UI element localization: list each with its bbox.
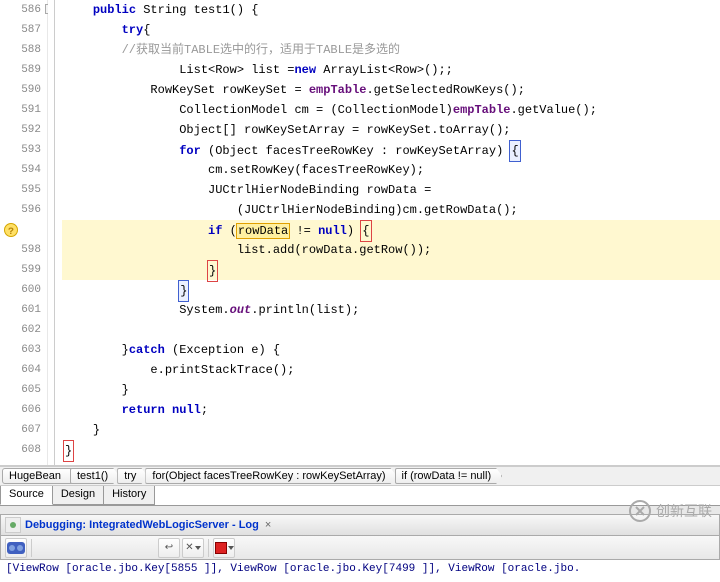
code-line[interactable]: public String test1() { (62, 0, 720, 20)
line-number: 595 (0, 180, 47, 200)
line-number: 599 (0, 260, 47, 280)
footer-tab-source[interactable]: Source (0, 486, 53, 505)
debug-title: Debugging: IntegratedWebLogicServer - Lo… (25, 519, 259, 531)
line-number: 592 (0, 120, 47, 140)
editor-footer-tabs: SourceDesignHistory (0, 486, 720, 506)
line-number: 586− (0, 0, 47, 20)
code-content[interactable]: public String test1() { try{ //获取当前TABLE… (62, 0, 720, 465)
stop-icon (215, 542, 227, 554)
separator (0, 506, 720, 514)
watermark: 创新互联 (628, 499, 712, 523)
line-number: 607 (0, 420, 47, 440)
code-line[interactable]: } (62, 260, 720, 280)
line-number: 590 (0, 80, 47, 100)
code-line[interactable]: Object[] rowKeySetArray = rowKeySet.toAr… (62, 120, 720, 140)
code-line[interactable]: }catch (Exception e) { (62, 340, 720, 360)
line-number: 587 (0, 20, 47, 40)
code-line[interactable]: CollectionModel cm = (CollectionModel)em… (62, 100, 720, 120)
code-line[interactable]: } (62, 420, 720, 440)
code-line[interactable]: System.out.println(list); (62, 300, 720, 320)
line-number: 597 (0, 220, 47, 240)
chevron-down-icon (195, 546, 201, 550)
line-number: 594 (0, 160, 47, 180)
line-number: 598 (0, 240, 47, 260)
footer-tab-history[interactable]: History (103, 486, 155, 505)
code-line[interactable]: return null; (62, 400, 720, 420)
code-line[interactable]: List<Row> list =new ArrayList<Row>();; (62, 60, 720, 80)
line-number: 593 (0, 140, 47, 160)
line-number: 602 (0, 320, 47, 340)
line-number: 589 (0, 60, 47, 80)
line-number: 588 (0, 40, 47, 60)
code-line[interactable]: if (rowData != null) { (62, 220, 720, 240)
clear-button[interactable]: ✕ (182, 538, 204, 558)
fold-strip (48, 0, 62, 465)
line-number: 601 (0, 300, 47, 320)
code-line[interactable]: list.add(rowData.getRow()); (62, 240, 720, 260)
code-line[interactable]: (JUCtrlHierNodeBinding)cm.getRowData(); (62, 200, 720, 220)
breadcrumb-item[interactable]: if (rowData != null) (395, 468, 503, 484)
separator (208, 539, 209, 557)
code-line[interactable]: } (62, 380, 720, 400)
stop-button[interactable] (213, 538, 235, 558)
code-line[interactable]: RowKeySet rowKeySet = empTable.getSelect… (62, 80, 720, 100)
breadcrumb-item[interactable]: try (117, 468, 147, 484)
clear-icon: ✕ (185, 542, 193, 554)
code-line[interactable]: JUCtrlHierNodeBinding rowData = (62, 180, 720, 200)
watermark-icon (628, 499, 652, 523)
debug-panel-header[interactable]: Debugging: IntegratedWebLogicServer - Lo… (0, 514, 720, 536)
log-output[interactable]: [ViewRow [oracle.jbo.Key[5855 ]], ViewRo… (0, 560, 720, 582)
code-line[interactable]: //获取当前TABLE选中的行，适用于TABLE是多选的 (62, 40, 720, 60)
code-editor[interactable]: 586−587588589590591592593594595596597598… (0, 0, 720, 466)
breadcrumb-item[interactable]: for(Object facesTreeRowKey : rowKeySetAr… (145, 468, 396, 484)
debug-icon (5, 517, 21, 533)
separator (31, 539, 32, 557)
line-number: 604 (0, 360, 47, 380)
line-number: 606 (0, 400, 47, 420)
code-line[interactable]: for (Object facesTreeRowKey : rowKeySetA… (62, 140, 720, 160)
close-icon[interactable]: × (265, 519, 271, 531)
wrap-icon: ↩ (165, 542, 173, 554)
code-line[interactable]: try{ (62, 20, 720, 40)
binoculars-icon (7, 542, 25, 554)
code-line[interactable]: e.printStackTrace(); (62, 360, 720, 380)
line-number: 603 (0, 340, 47, 360)
code-line[interactable]: } (62, 440, 720, 460)
line-number: 605 (0, 380, 47, 400)
find-button[interactable] (5, 538, 27, 558)
line-number: 591 (0, 100, 47, 120)
line-number: 596 (0, 200, 47, 220)
footer-tab-design[interactable]: Design (52, 486, 104, 505)
line-number: 600 (0, 280, 47, 300)
chevron-down-icon (228, 546, 234, 550)
line-number-gutter: 586−587588589590591592593594595596597598… (0, 0, 48, 465)
breadcrumb-item[interactable]: test1() (70, 468, 119, 484)
hint-bulb-icon[interactable] (4, 223, 18, 237)
breadcrumb-bar: HugeBeantest1()tryfor(Object facesTreeRo… (0, 466, 720, 486)
breadcrumb-item[interactable]: HugeBean (2, 468, 72, 484)
debug-toolbar: ↩ ✕ (0, 536, 720, 560)
wrap-button[interactable]: ↩ (158, 538, 180, 558)
code-line[interactable]: } (62, 280, 720, 300)
code-line[interactable] (62, 320, 720, 340)
line-number: 608 (0, 440, 47, 460)
code-line[interactable]: cm.setRowKey(facesTreeRowKey); (62, 160, 720, 180)
